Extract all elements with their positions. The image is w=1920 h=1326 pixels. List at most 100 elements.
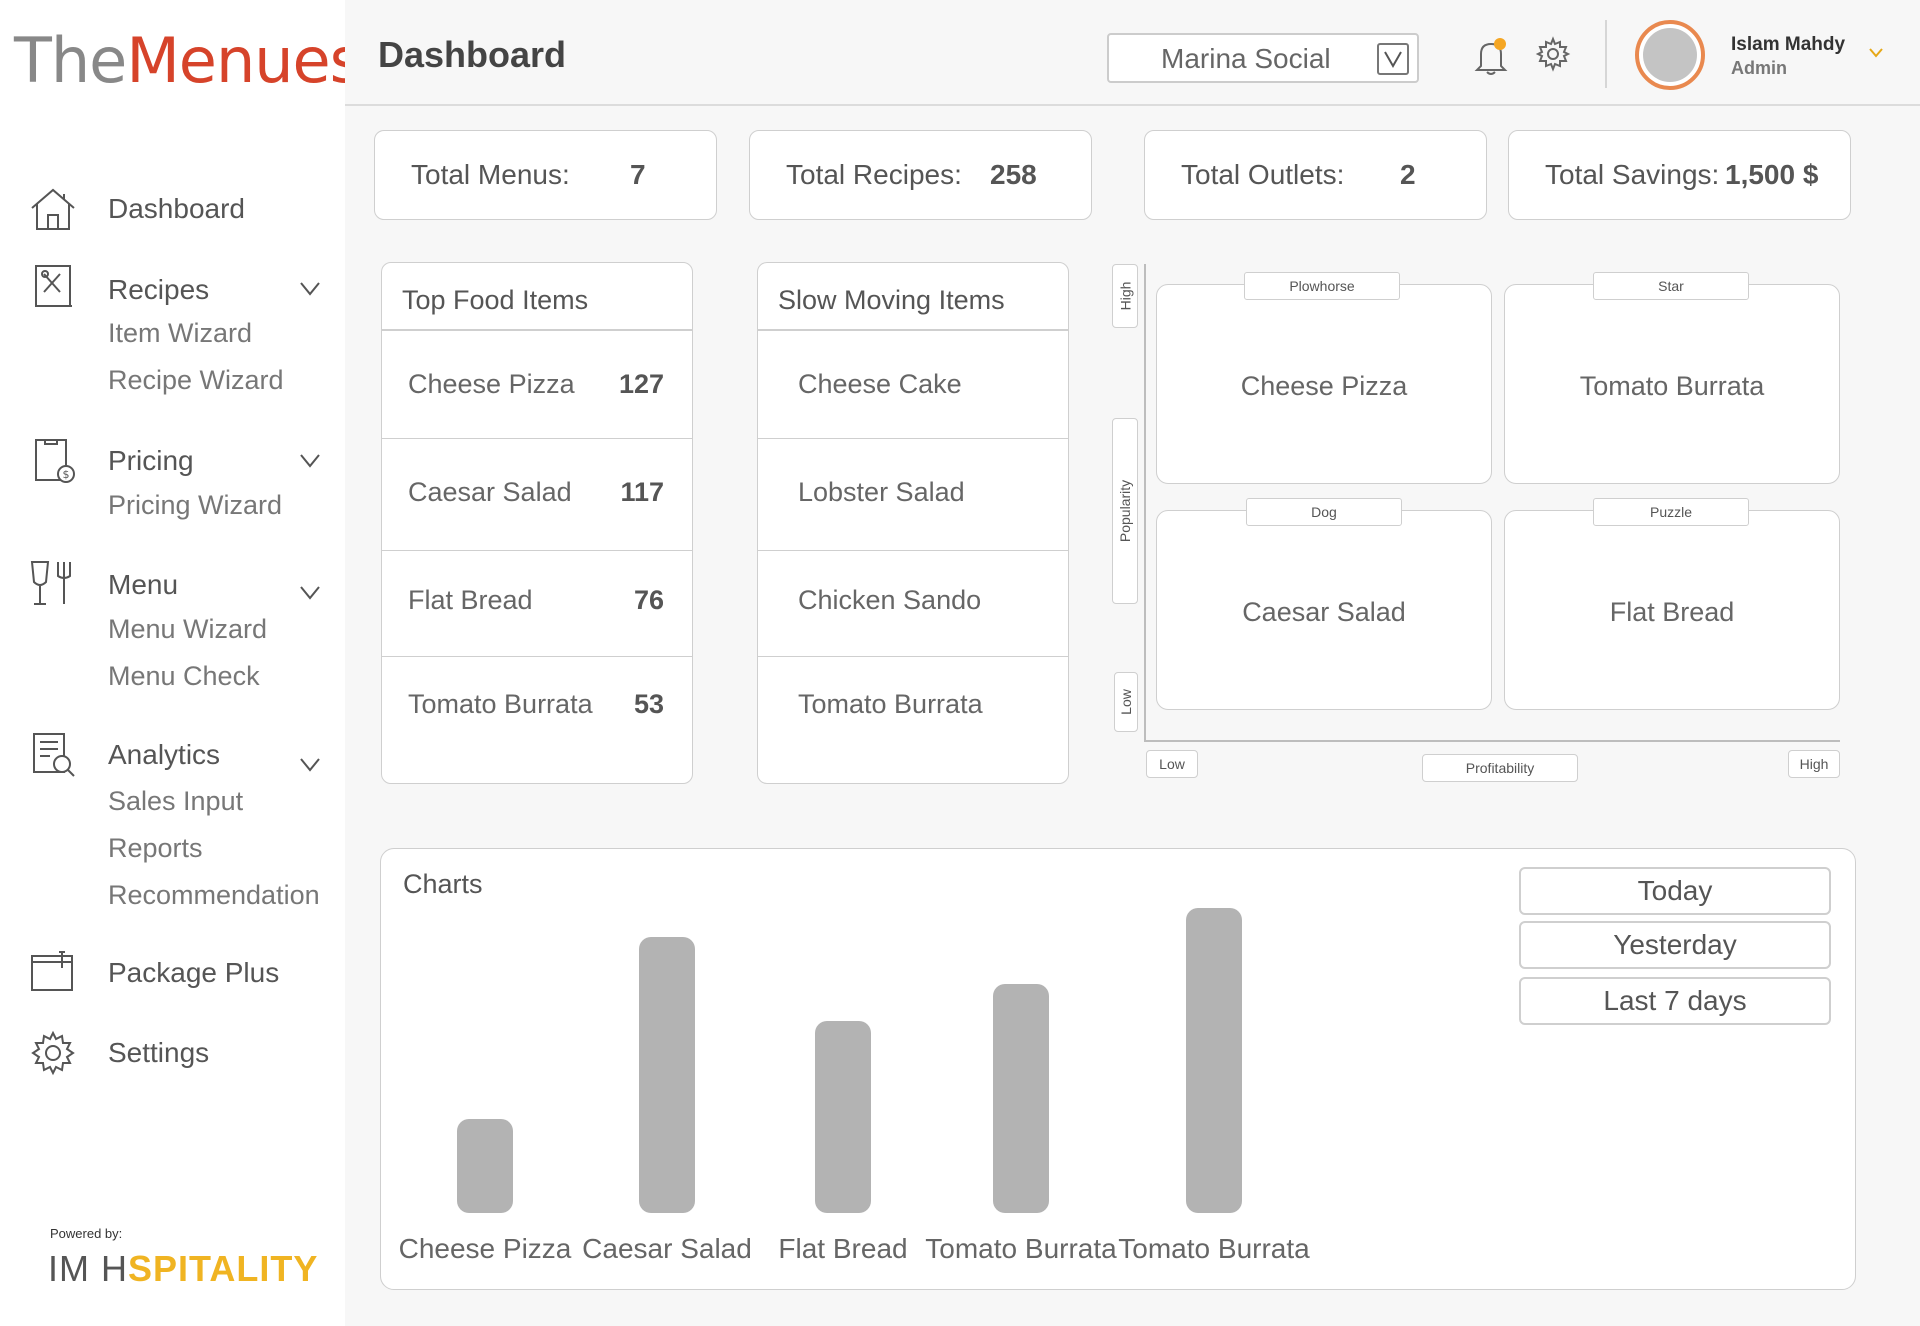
partner-logo: IM HSPITALITY: [48, 1248, 318, 1290]
sidebar-label-pricing: Pricing: [108, 445, 194, 476]
menu-chevron-down-icon[interactable]: [298, 580, 322, 604]
quadrant-plowhorse[interactable]: Cheese Pizza: [1156, 284, 1492, 484]
matrix-y-axis-line: [1144, 264, 1146, 742]
sidebar-item-menu-wizard[interactable]: Menu Wizard: [108, 614, 267, 645]
sidebar-item-menu[interactable]: Menu: [28, 560, 178, 610]
list-item[interactable]: Caesar Salad 117: [382, 439, 692, 551]
sidebar-item-item-wizard[interactable]: Item Wizard: [108, 318, 252, 349]
x-axis-high-label: High: [1788, 750, 1840, 778]
sidebar-item-pricing-wizard[interactable]: Pricing Wizard: [108, 490, 282, 521]
list-item[interactable]: Cheese Pizza 127: [382, 329, 692, 439]
gear-icon: [31, 1030, 75, 1076]
item-name: Tomato Burrata: [798, 689, 983, 719]
item-name: Tomato Burrata: [408, 689, 593, 719]
stat-value: 1,500 $: [1725, 159, 1819, 190]
x-axis-title: Profitability: [1422, 754, 1578, 782]
list-item[interactable]: Tomato Burrata: [758, 657, 1068, 783]
chart-category-label: Tomato Burrata: [1118, 1233, 1310, 1264]
sidebar-item-recipes[interactable]: Recipes: [28, 262, 209, 312]
stat-value: 258: [990, 159, 1037, 190]
partner-logo-text-2: SPITALITY: [128, 1248, 319, 1289]
charts-title: Charts: [403, 869, 483, 899]
chart-bar[interactable]: [639, 936, 695, 1213]
pricing-tag-icon: $: [35, 439, 75, 483]
list-item[interactable]: Cheese Cake: [758, 329, 1068, 439]
item-count: 117: [620, 477, 664, 507]
chart-bar[interactable]: [1186, 908, 1242, 1213]
list-item[interactable]: Lobster Salad: [758, 439, 1068, 551]
recipe-book-icon: [35, 265, 72, 307]
pricing-chevron-down-icon[interactable]: [298, 448, 322, 472]
header-divider: [1605, 20, 1607, 88]
avatar[interactable]: [1635, 20, 1705, 90]
stat-label: Total Savings:: [1545, 159, 1720, 190]
sidebar-label-package-plus: Package Plus: [108, 957, 280, 988]
sidebar-item-analytics[interactable]: Analytics: [28, 730, 220, 780]
sidebar-item-reports[interactable]: Reports: [108, 833, 203, 864]
chart-bar[interactable]: [993, 983, 1049, 1213]
settings-gear-icon[interactable]: [1535, 36, 1571, 72]
analytics-report-icon: [33, 733, 75, 777]
user-menu-chevron-down-icon[interactable]: [1867, 44, 1885, 62]
sidebar-label-dashboard: Dashboard: [108, 193, 245, 224]
top-food-items-card: Top Food Items Cheese Pizza 127 Caesar S…: [381, 262, 693, 784]
svg-text:$: $: [63, 468, 70, 481]
bell-icon[interactable]: [1473, 36, 1509, 76]
y-axis-low-label: Low: [1114, 672, 1138, 732]
item-name: Cheese Pizza: [408, 369, 575, 399]
list-item[interactable]: Flat Bread 76: [382, 551, 692, 657]
charts-card: Charts Today Yesterday Last 7 days Chees…: [380, 848, 1856, 1290]
stat-label: Total Menus:: [411, 159, 570, 190]
sidebar-item-package-plus[interactable]: Package Plus: [28, 948, 279, 998]
user-role: Admin: [1731, 58, 1787, 78]
y-axis-low-text: Low: [1118, 689, 1134, 715]
sidebar-item-pricing[interactable]: $ Pricing: [28, 436, 194, 486]
sidebar-item-recommendation[interactable]: Recommendation: [108, 880, 320, 911]
user-name[interactable]: Islam Mahdy: [1731, 34, 1845, 56]
quadrant-tag-dog: Dog: [1246, 498, 1402, 526]
quadrant-tag-plowhorse: Plowhorse: [1244, 272, 1400, 300]
analytics-chevron-down-icon[interactable]: [298, 752, 322, 776]
list-item[interactable]: Chicken Sando: [758, 551, 1068, 657]
chart-bar[interactable]: [815, 1021, 871, 1213]
y-axis-title-text: Popularity: [1117, 479, 1134, 543]
logo-text-the: The: [14, 24, 127, 97]
sidebar: TheMenues Dashboard Recipes Item Wizard …: [0, 0, 362, 1326]
quadrant-item: Caesar Salad: [1242, 597, 1406, 627]
item-name: Flat Bread: [408, 585, 533, 615]
sidebar-item-dashboard[interactable]: Dashboard: [28, 184, 245, 234]
sidebar-item-recipe-wizard[interactable]: Recipe Wizard: [108, 365, 284, 396]
recipes-chevron-down-icon[interactable]: [298, 276, 322, 300]
sidebar-label-settings: Settings: [108, 1037, 210, 1068]
range-today-button[interactable]: Today: [1519, 867, 1831, 915]
range-last-7-days-button[interactable]: Last 7 days: [1519, 977, 1831, 1025]
wine-fork-icon: [30, 561, 71, 605]
quadrant-star[interactable]: Tomato Burrata: [1504, 284, 1840, 484]
package-icon: [31, 951, 73, 991]
chart-bar[interactable]: [457, 1118, 513, 1213]
item-name: Cheese Cake: [798, 369, 962, 399]
chart-category-label: Caesar Salad: [582, 1233, 752, 1264]
stat-card-total-savings: Total Savings: 1,500 $: [1508, 130, 1851, 220]
item-name: Caesar Salad: [408, 477, 572, 507]
list-item[interactable]: Tomato Burrata 53: [382, 657, 692, 783]
quadrant-tag-puzzle: Puzzle: [1593, 498, 1749, 526]
stat-value: 2: [1400, 159, 1416, 190]
quadrant-puzzle[interactable]: Flat Bread: [1504, 510, 1840, 710]
app-logo[interactable]: TheMenues: [14, 24, 362, 97]
chart-category-label: Tomato Burrata: [925, 1233, 1117, 1264]
item-count: 53: [633, 689, 664, 719]
chevron-down-icon[interactable]: [1377, 43, 1409, 75]
outlet-select-value: Marina Social: [1161, 43, 1331, 74]
sidebar-item-menu-check[interactable]: Menu Check: [108, 661, 260, 692]
slow-moving-items-card: Slow Moving Items Cheese Cake Lobster Sa…: [757, 262, 1069, 784]
outlet-select[interactable]: Marina Social: [1107, 33, 1419, 83]
quadrant-item: Flat Bread: [1609, 597, 1735, 627]
range-yesterday-button[interactable]: Yesterday: [1519, 921, 1831, 969]
sidebar-item-sales-input[interactable]: Sales Input: [108, 786, 243, 817]
sidebar-item-settings[interactable]: Settings: [28, 1028, 209, 1078]
y-axis-high-text: High: [1117, 281, 1134, 311]
stat-card-total-menus: Total Menus: 7: [374, 130, 717, 220]
item-name: Lobster Salad: [798, 477, 965, 507]
quadrant-dog[interactable]: Caesar Salad: [1156, 510, 1492, 710]
